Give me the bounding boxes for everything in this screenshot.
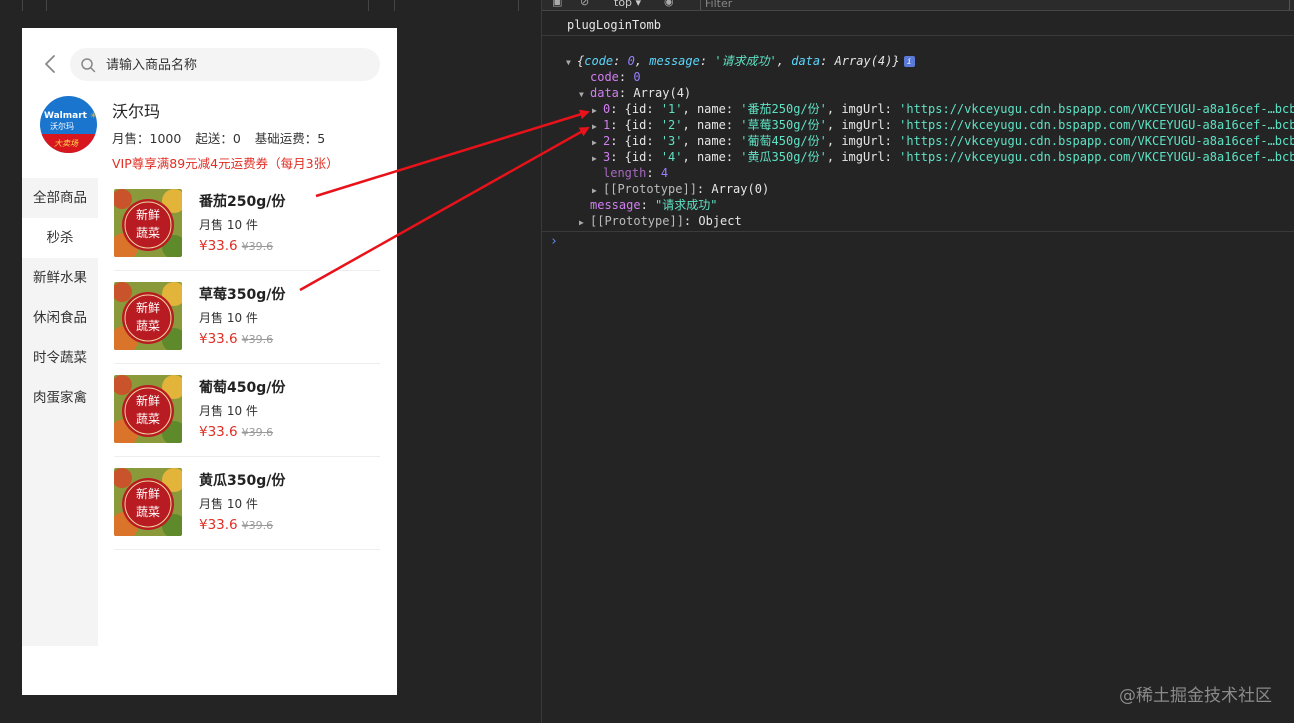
shop-stats: 月售：1000 起送：0 基础运费：5 xyxy=(112,128,339,147)
info-icon[interactable]: i xyxy=(903,56,915,67)
product-thumbnail: 新鲜 蔬菜 xyxy=(114,468,182,536)
expand-triangle-icon[interactable]: ▼ xyxy=(579,87,590,103)
filter-input[interactable]: Filter xyxy=(700,0,1290,10)
context-selector[interactable]: top ▾ xyxy=(614,0,641,9)
log-entry-label: plugLoginTomb xyxy=(542,12,1294,36)
product-list: 新鲜 蔬菜 番茄250g/份 月售 10 件 ¥33.6¥39.6 新鲜 蔬菜 xyxy=(114,178,380,550)
collapse-triangle-icon[interactable]: ▶ xyxy=(579,215,590,231)
product-name: 草莓350g/份 xyxy=(199,287,286,303)
product-original-price: ¥39.6 xyxy=(241,426,274,439)
product-original-price: ¥39.6 xyxy=(241,333,274,346)
product-name: 黄瓜350g/份 xyxy=(199,473,286,489)
product-sold-count: 月售 10 件 xyxy=(199,311,258,325)
svg-text:新鲜: 新鲜 xyxy=(136,207,160,222)
svg-text:✳: ✳ xyxy=(90,111,97,120)
expand-triangle-icon[interactable]: ▼ xyxy=(566,55,577,71)
monthly-sales: 月售：1000 xyxy=(112,131,182,146)
toolbar-gutter xyxy=(46,0,47,11)
product-item[interactable]: 新鲜 蔬菜 黄瓜350g/份 月售 10 件 ¥33.6 ¥39.6 xyxy=(114,457,380,550)
search-input[interactable] xyxy=(106,48,366,81)
sidebar-item-seasonal-vegetables[interactable]: 时令蔬菜 xyxy=(22,338,98,378)
search-bar[interactable] xyxy=(70,48,380,81)
product-thumbnail: 新鲜 蔬菜 xyxy=(114,189,182,257)
toolbar-gutter xyxy=(22,0,23,11)
clear-console-icon[interactable]: ⊘ xyxy=(580,0,589,8)
min-order: 起送：0 xyxy=(195,131,241,146)
shop-name: 沃尔玛 xyxy=(112,102,161,121)
prop-object-prototype[interactable]: ▶ [[Prototype]]: Object xyxy=(579,213,742,231)
svg-text:Walmart: Walmart xyxy=(44,111,88,121)
eye-icon[interactable]: ◉ xyxy=(664,0,674,8)
svg-text:新鲜: 新鲜 xyxy=(136,486,160,501)
svg-text:蔬菜: 蔬菜 xyxy=(136,226,160,240)
toolbar-gutter xyxy=(368,0,369,11)
log-label: plugLoginTomb xyxy=(567,18,661,32)
console-prompt[interactable]: › xyxy=(550,234,558,249)
back-arrow-icon[interactable] xyxy=(42,54,60,74)
product-thumbnail: 新鲜 蔬菜 xyxy=(114,282,182,350)
svg-text:大卖场: 大卖场 xyxy=(54,139,79,148)
prop-message: message: "请求成功" xyxy=(590,198,718,212)
category-sidebar: 全部商品 秒杀 新鲜水果 休闲食品 时令蔬菜 肉蛋家禽 xyxy=(22,178,98,646)
console-toolbar: ▣ ⊘ top ▾ ◉ Filter xyxy=(542,0,1294,11)
watermark: @稀土掘金技术社区 xyxy=(1119,686,1272,706)
svg-text:蔬菜: 蔬菜 xyxy=(136,319,160,333)
product-price: ¥33.6 ¥39.6 xyxy=(199,238,274,254)
product-original-price: ¥39.6 xyxy=(241,240,274,253)
prop-length: length: 4 xyxy=(603,166,669,180)
sidebar-toggle-icon[interactable]: ▣ xyxy=(552,0,562,8)
svg-text:新鲜: 新鲜 xyxy=(136,300,160,315)
product-price: ¥33.6 ¥39.6 xyxy=(199,517,274,533)
product-price: ¥33.6 ¥39.6 xyxy=(199,331,274,347)
sidebar-item-fresh-fruit[interactable]: 新鲜水果 xyxy=(22,258,98,298)
shop-logo: Walmart ✳ 沃尔玛 大卖场 xyxy=(40,96,97,153)
product-sold-count: 月售 10 件 xyxy=(199,404,258,418)
product-item[interactable]: 新鲜 蔬菜 葡萄450g/份 月售 10 件 ¥33.6 ¥39.6 xyxy=(114,364,380,457)
svg-text:蔬菜: 蔬菜 xyxy=(136,412,160,426)
mobile-app-panel: Walmart ✳ 沃尔玛 大卖场 沃尔玛 月售：1000起送：0基础运费：5 … xyxy=(22,28,397,695)
toolbar-gutter xyxy=(394,0,395,11)
prop-code: code: 0 xyxy=(590,70,641,84)
product-name: 葡萄450g/份 xyxy=(199,380,286,396)
collapse-triangle-icon[interactable]: ▶ xyxy=(592,151,603,167)
product-item[interactable]: 新鲜 蔬菜 草莓350g/份 月售 10 件 ¥33.6 ¥39.6 xyxy=(114,271,380,364)
svg-text:蔬菜: 蔬菜 xyxy=(136,505,160,519)
vip-promo[interactable]: VIP尊享满89元减4元运费券（每月3张） xyxy=(112,153,339,172)
product-sold-count: 月售 10 件 xyxy=(199,497,258,511)
array-item[interactable]: ▶ 3: {id: '4', name: '黄瓜350g/份', imgUrl: … xyxy=(592,149,1294,167)
sidebar-item-meat-eggs-poultry[interactable]: 肉蛋家禽 xyxy=(22,378,98,418)
sidebar-item-all[interactable]: 全部商品 xyxy=(22,178,98,218)
product-original-price: ¥39.6 xyxy=(241,519,274,532)
search-icon xyxy=(81,58,96,73)
product-price: ¥33.6 ¥39.6 xyxy=(199,424,274,440)
toolbar-gutter xyxy=(518,0,519,11)
product-name: 番茄250g/份 xyxy=(199,194,286,210)
svg-text:新鲜: 新鲜 xyxy=(136,393,160,408)
sidebar-item-snacks[interactable]: 休闲食品 xyxy=(22,298,98,338)
product-item[interactable]: 新鲜 蔬菜 番茄250g/份 月售 10 件 ¥33.6 ¥39.6 xyxy=(114,178,380,271)
product-sold-count: 月售 10 件 xyxy=(199,218,258,232)
svg-text:沃尔玛: 沃尔玛 xyxy=(50,121,74,131)
product-thumbnail: 新鲜 蔬菜 xyxy=(114,375,182,443)
log-entry-object[interactable]: ▼ {code: 0, message: '请求成功', data: Array(… xyxy=(542,36,1294,232)
sidebar-item-flash-sale[interactable]: 秒杀 xyxy=(22,218,98,258)
base-delivery-fee: 基础运费：5 xyxy=(254,131,326,146)
